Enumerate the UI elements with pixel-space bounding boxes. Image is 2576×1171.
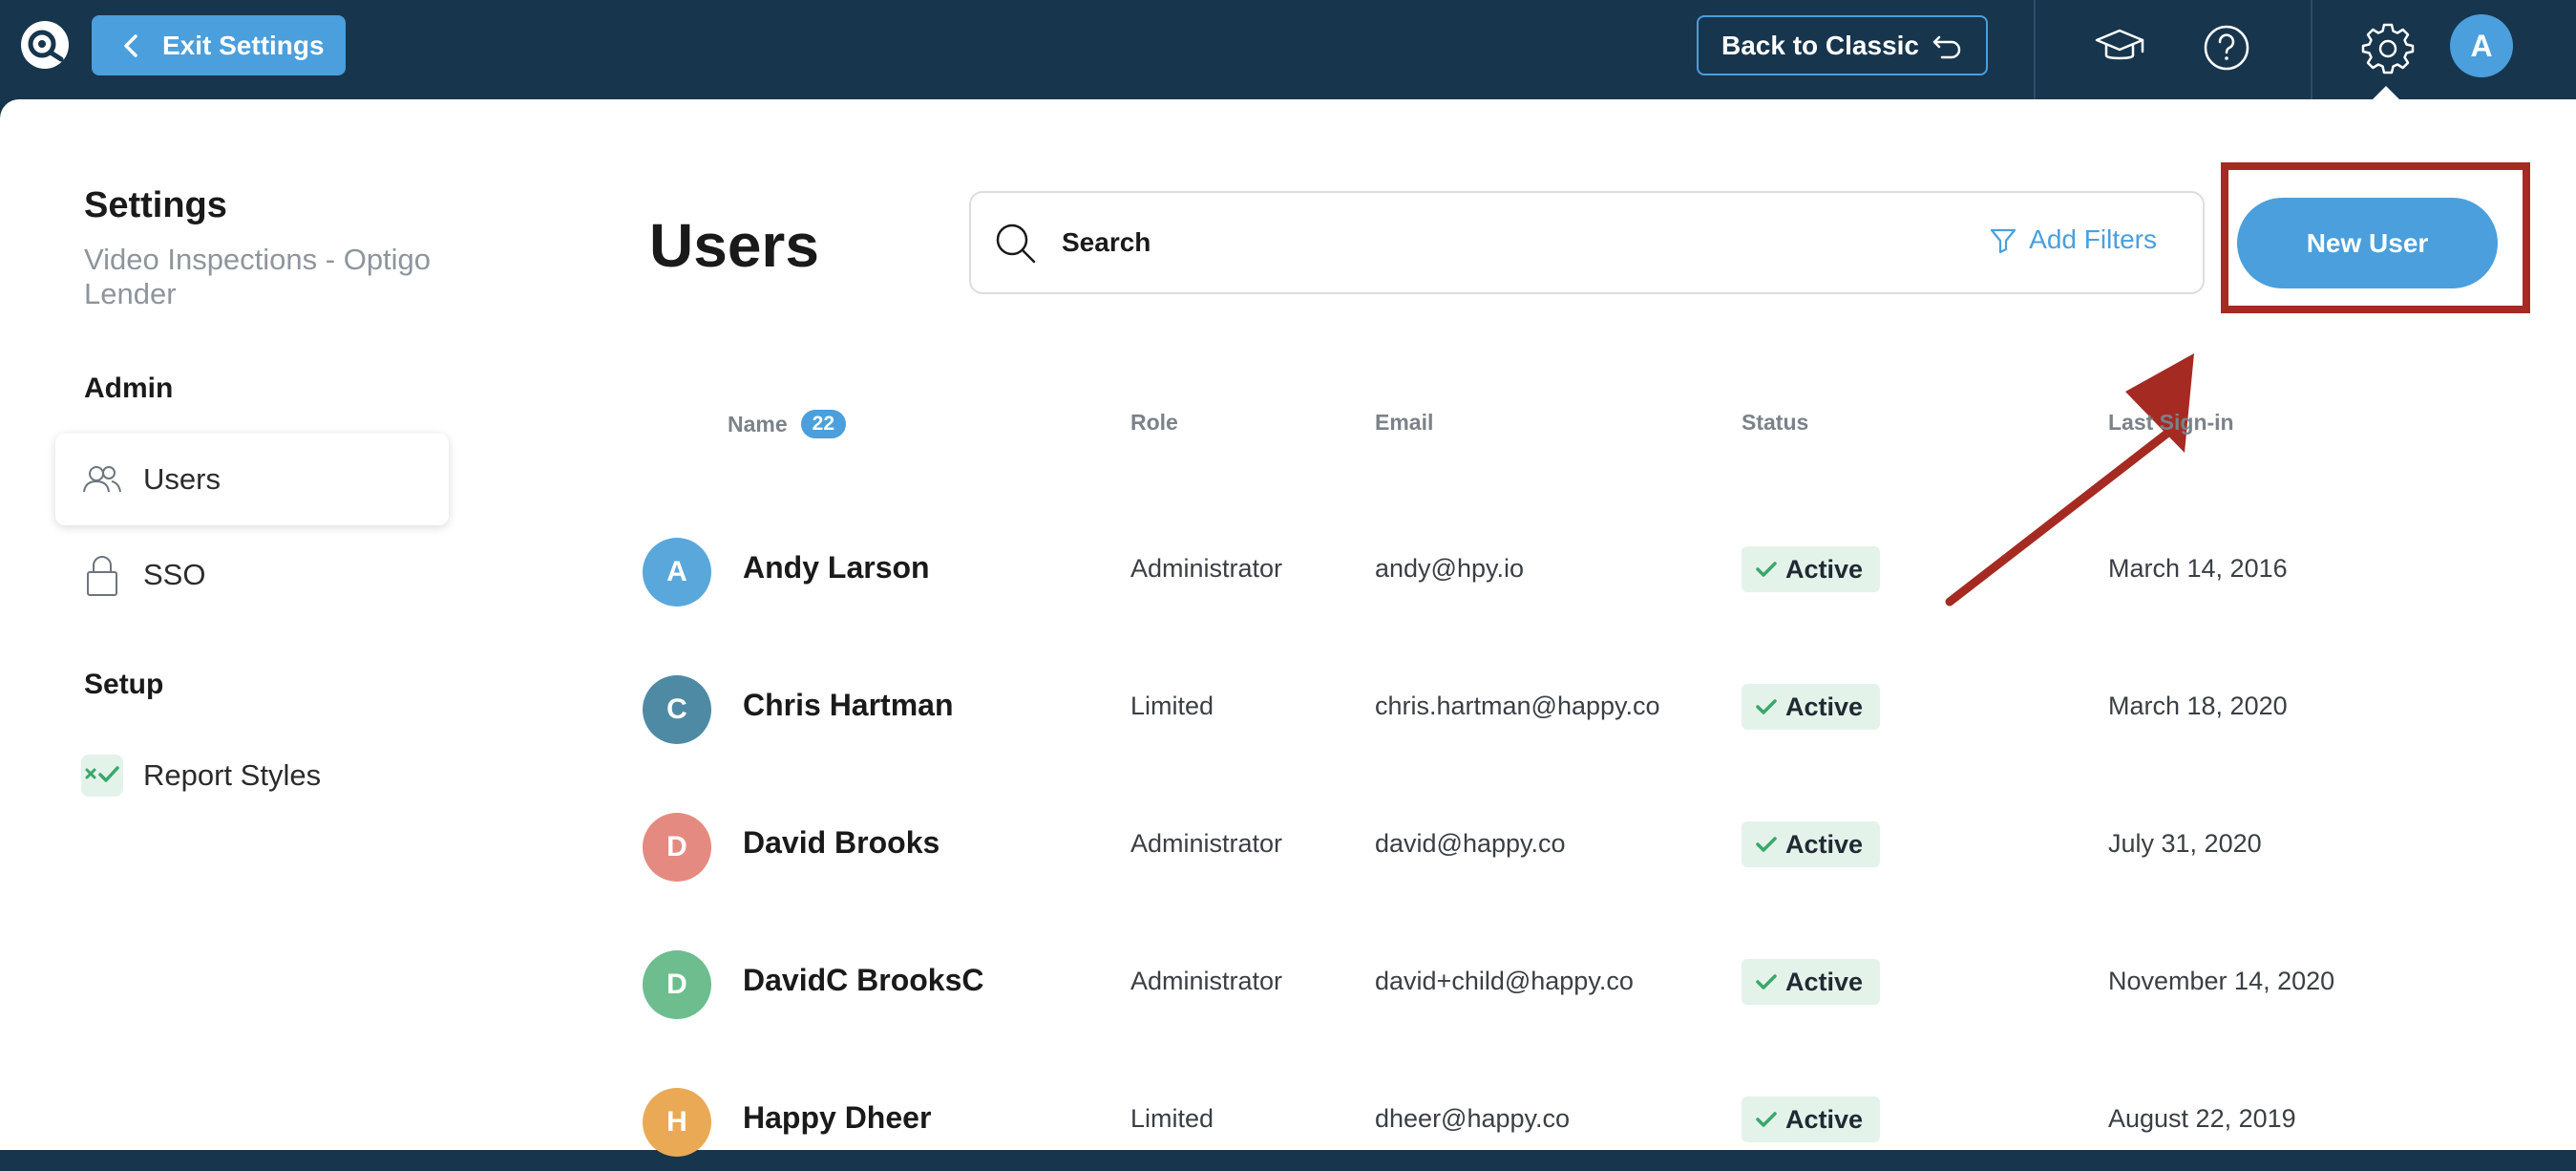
table-row[interactable]: C Chris Hartman Limited chris.hartman@ha… (0, 663, 2576, 758)
search-icon (996, 224, 1036, 264)
user-email: david+child@happy.co (1375, 967, 1634, 995)
status-label: Active (1785, 1104, 1864, 1134)
last-signin-date: July 31, 2020 (2108, 829, 2262, 858)
checkmark-icon (1756, 1112, 1777, 1127)
back-to-classic-button[interactable]: Back to Classic (1697, 15, 1988, 75)
last-signin-date: August 22, 2019 (2108, 1104, 2296, 1133)
user-name: Chris Hartman (743, 688, 954, 722)
user-role: Limited (1130, 692, 1214, 720)
status-badge: Active (1742, 1096, 1881, 1142)
table-row[interactable]: H Happy Dheer Limited dheer@happy.co Act… (0, 1075, 2576, 1171)
user-role: Administrator (1130, 829, 1283, 858)
column-header-email[interactable]: Email (1375, 410, 1433, 436)
table-row[interactable]: D DavidC BrooksC Administrator david+chi… (0, 938, 2576, 1033)
sidebar-item-label: Users (143, 462, 221, 496)
table-row[interactable]: A Andy Larson Administrator andy@hpy.io … (0, 525, 2576, 621)
sidebar-section-admin: Admin (84, 373, 174, 404)
user-name: David Brooks (743, 825, 940, 860)
back-to-classic-label: Back to Classic (1721, 30, 1919, 60)
checkmark-icon (1756, 699, 1777, 714)
last-signin-date: March 18, 2020 (2108, 692, 2288, 720)
user-role: Administrator (1130, 967, 1283, 995)
add-filters-label: Add Filters (2029, 224, 2157, 254)
chevron-left-icon (124, 33, 137, 57)
status-label: Active (1785, 829, 1864, 859)
avatar: C (643, 675, 711, 744)
search-bar: Add Filters (969, 191, 2205, 294)
sidebar-item-label: Report Styles (143, 758, 322, 792)
organization-name: Video Inspections - Optigo Lender (84, 243, 432, 310)
users-icon (83, 466, 121, 493)
user-email: dheer@happy.co (1375, 1104, 1571, 1133)
page-title: Users (649, 211, 819, 280)
add-filters-button[interactable]: Add Filters (1987, 224, 2157, 256)
top-navigation-bar: Exit Settings Back to Classic A (0, 0, 2576, 101)
user-role: Limited (1130, 1104, 1214, 1133)
status-label: Active (1785, 967, 1864, 996)
status-badge: Active (1742, 959, 1881, 1005)
checkmark-icon (1756, 562, 1777, 577)
column-header-label: Name (728, 411, 788, 436)
undo-arrow-icon (1932, 35, 1961, 58)
user-name: Andy Larson (743, 550, 930, 585)
gear-icon[interactable] (2361, 21, 2415, 75)
user-email: david@happy.co (1375, 829, 1566, 858)
user-email: chris.hartman@happy.co (1375, 692, 1660, 720)
avatar: H (643, 1088, 711, 1157)
checkmark-icon (1756, 837, 1777, 852)
search-input[interactable] (1062, 216, 1921, 269)
column-header-role[interactable]: Role (1130, 410, 1178, 436)
avatar: D (643, 950, 711, 1019)
user-email: andy@hpy.io (1375, 554, 1525, 583)
app-logo-icon[interactable] (19, 19, 71, 71)
status-label: Active (1785, 692, 1864, 721)
filter-icon (1991, 228, 2016, 254)
last-signin-date: November 14, 2020 (2108, 967, 2335, 995)
settings-content: Settings Video Inspections - Optigo Lend… (0, 99, 2576, 1157)
sidebar-item-users[interactable]: Users (55, 434, 449, 525)
topbar-divider (2034, 0, 2036, 99)
avatar: D (643, 813, 711, 882)
user-name: Happy Dheer (743, 1100, 932, 1135)
status-badge: Active (1742, 821, 1881, 867)
help-icon[interactable] (2200, 21, 2253, 75)
checkmark-icon (1756, 974, 1777, 990)
annotation-highlight-box (2221, 162, 2530, 313)
user-avatar[interactable]: A (2450, 14, 2513, 77)
status-label: Active (1785, 554, 1864, 584)
last-signin-date: March 14, 2016 (2108, 554, 2288, 583)
report-styles-icon (81, 755, 123, 797)
status-badge: Active (1742, 684, 1881, 730)
topbar-divider (2311, 0, 2312, 99)
user-role: Administrator (1130, 554, 1283, 583)
column-header-status[interactable]: Status (1742, 410, 1808, 436)
settings-title: Settings (84, 185, 227, 225)
user-count-badge: 22 (800, 410, 847, 438)
user-name: DavidC BrooksC (743, 963, 984, 997)
status-badge: Active (1742, 546, 1881, 592)
column-header-name[interactable]: Name 22 (728, 410, 847, 438)
graduation-cap-icon[interactable] (2093, 21, 2146, 75)
avatar: A (643, 538, 711, 607)
column-header-last-signin[interactable]: Last Sign-in (2108, 410, 2234, 436)
table-row[interactable]: D David Brooks Administrator david@happy… (0, 800, 2576, 896)
exit-settings-button[interactable]: Exit Settings (92, 15, 346, 75)
exit-settings-label: Exit Settings (162, 30, 325, 60)
